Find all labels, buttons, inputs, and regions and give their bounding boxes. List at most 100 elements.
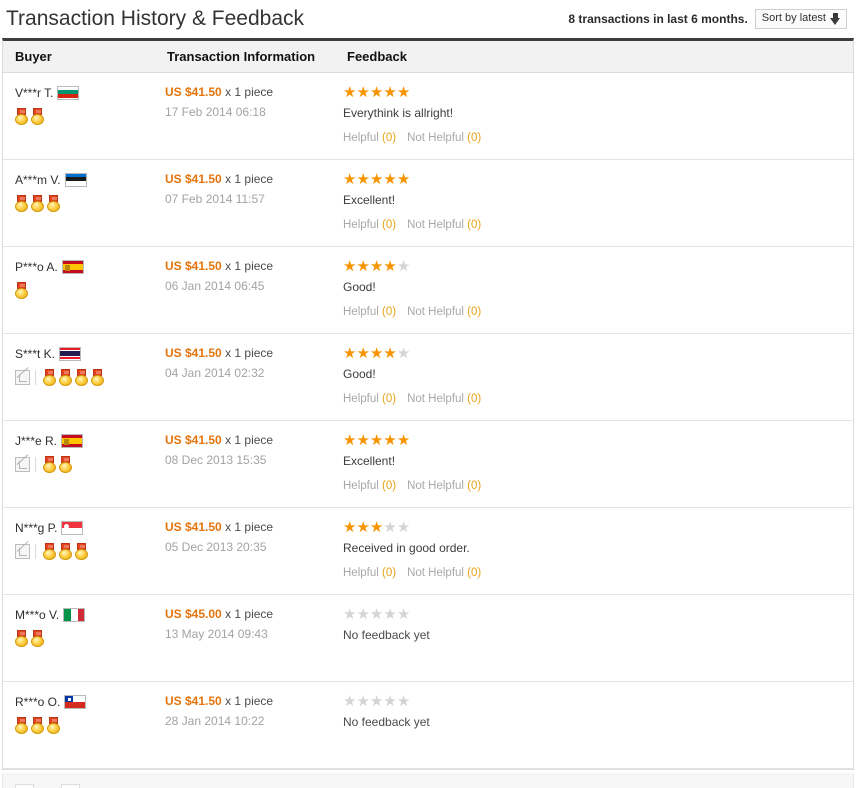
helpful-label: Helpful xyxy=(343,132,379,144)
transaction-price: US $41.50 xyxy=(165,520,222,534)
transaction-date: 06 Jan 2014 06:45 xyxy=(165,279,265,293)
transaction-date: 17 Feb 2014 06:18 xyxy=(165,105,266,119)
medal-icon xyxy=(15,629,28,647)
feedback-text: Excellent! xyxy=(343,454,396,468)
buyer-name[interactable]: P***o A. xyxy=(15,260,58,274)
helpful-link[interactable]: Helpful (0) xyxy=(343,566,396,580)
star-rating: ★★★★★ xyxy=(343,172,853,187)
feedback-text: Received in good order. xyxy=(343,541,470,555)
buyer-badges xyxy=(15,716,155,734)
transaction-price-line: US $41.50 x 1 piece xyxy=(165,520,335,535)
star-filled-icon: ★ xyxy=(343,258,357,275)
buyer-identity: A***m V. xyxy=(15,172,155,187)
table-row: S***t K. US $41.50 x 1 piece 04 Jan 2014 0… xyxy=(3,334,853,421)
star-empty-icon: ★ xyxy=(396,693,411,710)
not-helpful-link[interactable]: Not Helpful (0) xyxy=(407,305,481,319)
buyer-name[interactable]: S***t K. xyxy=(15,347,55,361)
not-helpful-link[interactable]: Not Helpful (0) xyxy=(407,566,481,580)
table-row: V***r T. US $41.50 x 1 piece 17 Feb 2014 0… xyxy=(3,73,853,160)
star-empty-icon: ★ xyxy=(369,693,384,710)
buyer-name[interactable]: A***m V. xyxy=(15,173,61,187)
flag-italy-icon xyxy=(63,607,86,622)
buyer-identity: M***o V. xyxy=(15,607,155,622)
not-helpful-link[interactable]: Not Helpful (0) xyxy=(407,131,481,145)
star-filled-icon: ★ xyxy=(396,432,411,449)
transaction-cell: US $45.00 x 1 piece 13 May 2014 09:43 xyxy=(155,595,335,681)
buyer-identity: J***e R. xyxy=(15,433,155,448)
column-header-feedback: Feedback xyxy=(347,49,407,64)
helpful-link[interactable]: Helpful (0) xyxy=(343,305,396,319)
medal-icon xyxy=(91,368,104,386)
star-filled-icon: ★ xyxy=(383,345,397,362)
buyer-name[interactable]: M***o V. xyxy=(15,608,59,622)
helpful-actions: Helpful (0) Not Helpful (0) xyxy=(343,218,853,232)
star-filled-icon: ★ xyxy=(369,84,384,101)
star-filled-icon: ★ xyxy=(343,84,357,101)
star-empty-icon: ★ xyxy=(396,519,411,536)
star-filled-icon: ★ xyxy=(383,258,397,275)
star-filled-icon: ★ xyxy=(396,84,411,101)
feedback-cell: ★★★★★ No feedback yet xyxy=(335,595,853,681)
not-helpful-label: Not Helpful xyxy=(407,567,464,579)
transaction-date: 08 Dec 2013 15:35 xyxy=(165,453,267,467)
no-feedback-text: No feedback yet xyxy=(343,628,430,642)
buyer-cell: J***e R. xyxy=(3,421,155,507)
helpful-label: Helpful xyxy=(343,219,379,231)
medal-icon xyxy=(75,368,88,386)
buyer-identity: S***t K. xyxy=(15,346,155,361)
edit-badge-icon xyxy=(15,456,30,472)
table-row: N***g P. US $41.50 x 1 piece 05 Dec 2013 2… xyxy=(3,508,853,595)
flag-estonia-icon xyxy=(64,172,87,187)
transaction-price: US $45.00 xyxy=(165,607,222,621)
not-helpful-link[interactable]: Not Helpful (0) xyxy=(407,392,481,406)
star-filled-icon: ★ xyxy=(356,432,370,449)
pagination-prev-button[interactable] xyxy=(15,784,34,788)
transaction-price: US $41.50 xyxy=(165,172,222,186)
not-helpful-count: (0) xyxy=(467,567,482,579)
star-empty-icon: ★ xyxy=(383,606,397,623)
not-helpful-link[interactable]: Not Helpful (0) xyxy=(407,218,481,232)
buyer-name[interactable]: R***o O. xyxy=(15,695,60,709)
column-header-transaction: Transaction Information xyxy=(167,49,316,64)
buyer-name[interactable]: V***r T. xyxy=(15,86,53,100)
flag-thailand-icon xyxy=(59,346,82,361)
pagination-next-button[interactable] xyxy=(60,784,80,788)
helpful-link[interactable]: Helpful (0) xyxy=(343,218,396,232)
transaction-count-text: 8 transactions in last 6 months. xyxy=(568,12,748,26)
transaction-cell: US $41.50 x 1 piece 07 Feb 2014 11:57 xyxy=(155,160,335,246)
column-header-buyer: Buyer xyxy=(15,49,52,64)
table-body: V***r T. US $41.50 x 1 piece 17 Feb 2014 0… xyxy=(3,73,853,769)
medal-icon xyxy=(47,194,60,212)
transaction-date: 13 May 2014 09:43 xyxy=(165,627,268,641)
helpful-link[interactable]: Helpful (0) xyxy=(343,392,396,406)
edit-badge-icon xyxy=(15,543,30,559)
buyer-name[interactable]: N***g P. xyxy=(15,521,57,535)
helpful-link[interactable]: Helpful (0) xyxy=(343,131,396,145)
not-helpful-link[interactable]: Not Helpful (0) xyxy=(407,479,481,493)
sort-by-latest-button[interactable]: Sort by latest xyxy=(754,9,847,29)
helpful-count: (0) xyxy=(382,393,397,405)
helpful-link[interactable]: Helpful (0) xyxy=(343,479,396,493)
page-header: Transaction History & Feedback 8 transac… xyxy=(0,0,856,38)
buyer-cell: V***r T. xyxy=(3,73,155,159)
feedback-cell: ★★★★★ Received in good order. Helpful (0) N… xyxy=(335,508,853,594)
badge-separator xyxy=(35,369,36,385)
edit-badge-icon xyxy=(15,369,30,385)
transaction-price-line: US $45.00 x 1 piece xyxy=(165,607,335,622)
helpful-label: Helpful xyxy=(343,393,379,405)
helpful-count: (0) xyxy=(382,480,397,492)
buyer-cell: R***o O. xyxy=(3,682,155,768)
feedback-text: Everythink is allright! xyxy=(343,106,454,120)
buyer-name[interactable]: J***e R. xyxy=(15,434,57,448)
transaction-cell: US $41.50 x 1 piece 05 Dec 2013 20:35 xyxy=(155,508,335,594)
transaction-cell: US $41.50 x 1 piece 28 Jan 2014 10:22 xyxy=(155,682,335,768)
star-filled-icon: ★ xyxy=(396,171,411,188)
not-helpful-label: Not Helpful xyxy=(407,132,464,144)
helpful-actions: Helpful (0) Not Helpful (0) xyxy=(343,479,853,493)
transaction-quantity: x 1 piece xyxy=(225,607,274,621)
flag-chile-icon xyxy=(64,694,87,709)
not-helpful-count: (0) xyxy=(467,306,482,318)
transaction-quantity: x 1 piece xyxy=(225,433,274,447)
badge-separator xyxy=(35,456,36,472)
transaction-price-line: US $41.50 x 1 piece xyxy=(165,85,335,100)
